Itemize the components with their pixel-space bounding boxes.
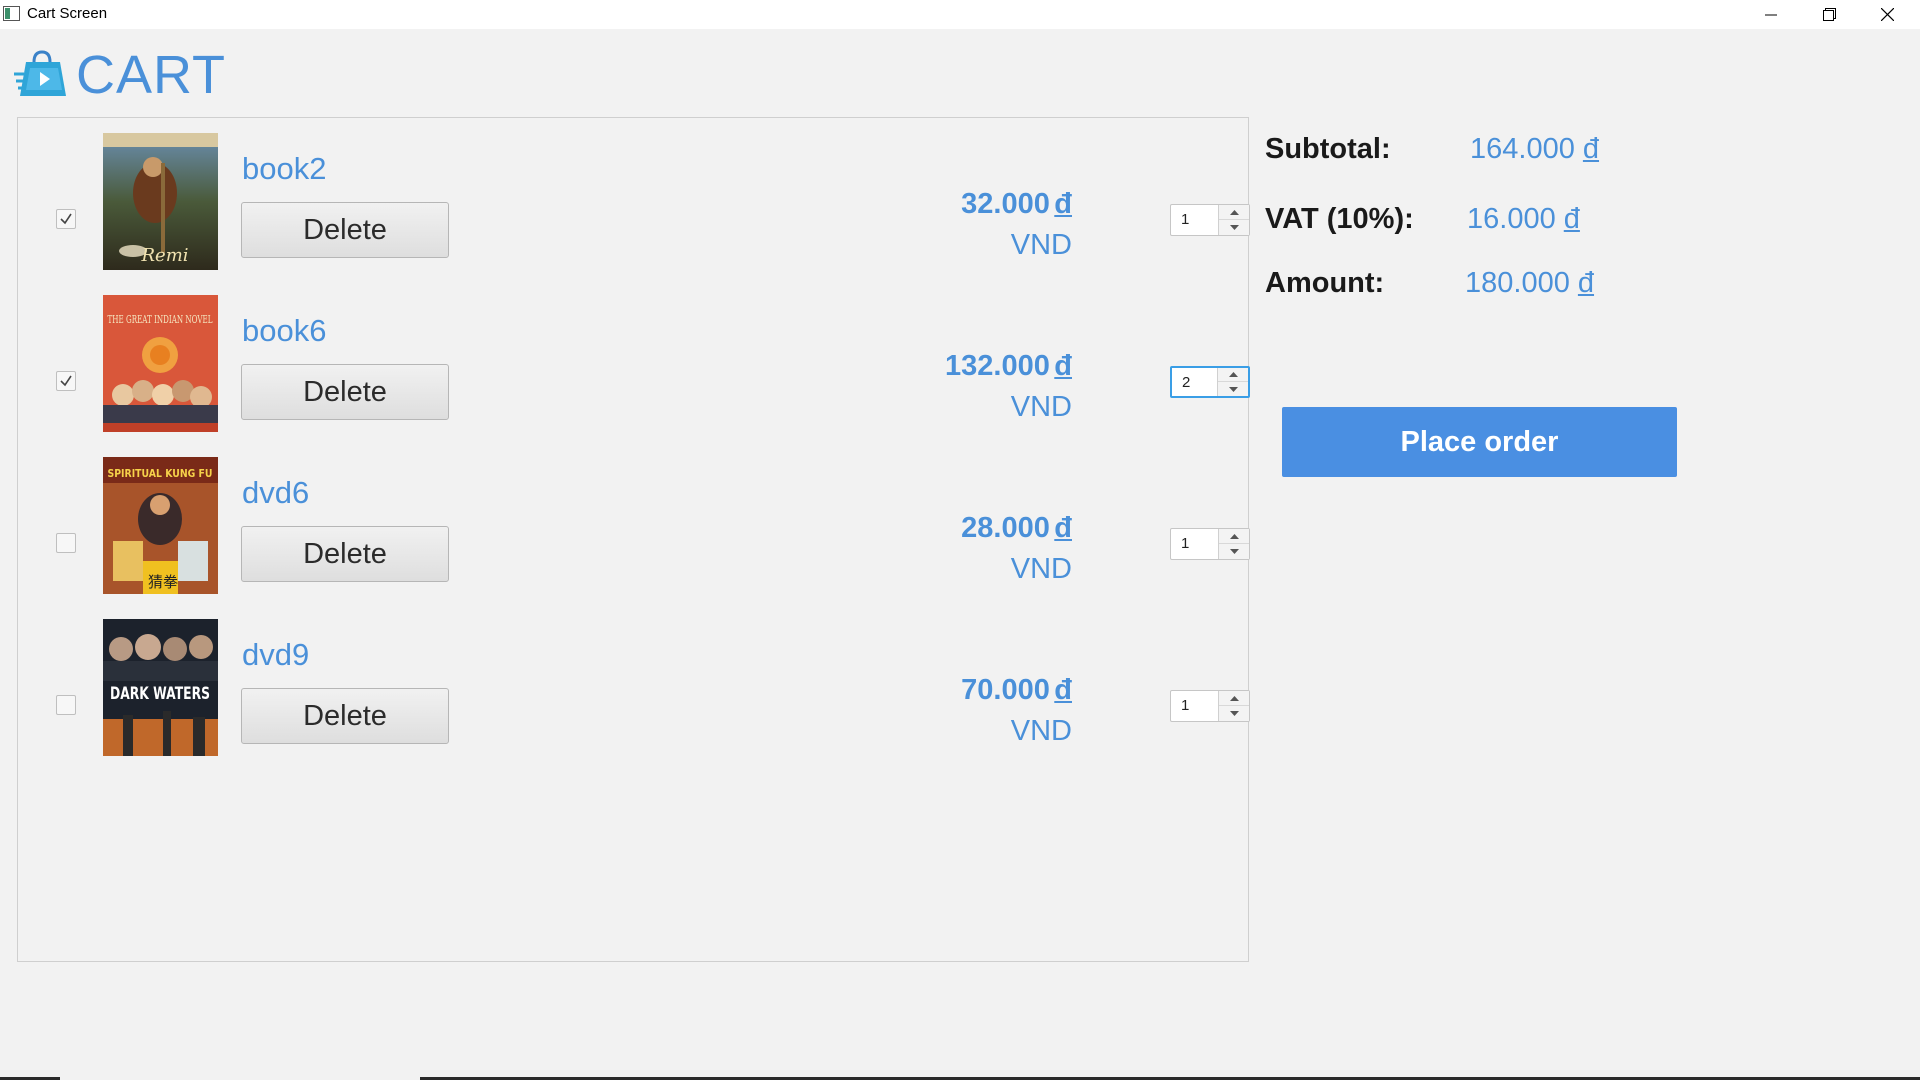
chevron-down-icon <box>1228 386 1238 392</box>
page-title: CART <box>76 45 227 105</box>
minimize-button[interactable] <box>1742 0 1800 29</box>
quantity-stepper[interactable]: 1 <box>1170 690 1250 722</box>
cart-items-panel: Remi book2 Delete 32.000 đ VND 1 THE GRE… <box>17 117 1250 962</box>
stepper-arrows <box>1218 205 1249 235</box>
price-value: 28.000 <box>961 512 1050 544</box>
chevron-up-icon <box>1229 533 1239 539</box>
dong-symbol: đ <box>1577 267 1595 299</box>
quantity-stepper[interactable]: 1 <box>1170 204 1250 236</box>
item-name: book2 <box>242 151 327 186</box>
total-amount: 180.000 <box>1465 267 1570 299</box>
decrement-button[interactable] <box>1218 382 1248 396</box>
checkmark-icon <box>60 213 72 225</box>
cover-title: DARK WATERS <box>110 684 210 704</box>
dong-symbol: đ <box>1054 512 1072 544</box>
checkmark-icon <box>60 375 72 387</box>
vat-amount: 16.000 <box>1467 203 1556 235</box>
dong-symbol: đ <box>1054 674 1072 706</box>
decrement-button[interactable] <box>1219 220 1249 235</box>
increment-button[interactable] <box>1219 691 1249 706</box>
restore-icon <box>1822 8 1836 21</box>
subtotal-label: Subtotal: <box>1265 133 1391 165</box>
window-title: Cart Screen <box>27 5 108 22</box>
item-thumbnail: DARK WATERS <box>103 619 218 756</box>
chevron-down-icon <box>1229 549 1239 554</box>
price-value: 132.000 <box>945 350 1050 382</box>
increment-button[interactable] <box>1219 205 1249 220</box>
cart-item: Remi book2 Delete 32.000 đ VND 1 <box>18 133 1250 273</box>
close-icon <box>1880 8 1894 21</box>
decrement-button[interactable] <box>1219 706 1249 721</box>
currency-label: VND <box>1010 391 1072 423</box>
amount-value: 180.000 đ <box>1465 267 1594 300</box>
app-icon <box>3 6 20 21</box>
delete-button[interactable]: Delete <box>241 688 449 744</box>
cover-title: Remi <box>140 245 188 266</box>
quantity-value[interactable]: 1 <box>1181 211 1189 228</box>
quantity-value[interactable]: 1 <box>1181 697 1189 714</box>
increment-button[interactable] <box>1218 368 1248 382</box>
dong-symbol: đ <box>1563 203 1580 235</box>
cover-title: THE GREAT INDIAN NOVEL <box>108 313 213 326</box>
cart-item: DARK WATERS dvd9 Delete 70.000 đ VND 1 <box>18 619 1250 759</box>
item-thumbnail: Remi <box>103 133 218 270</box>
increment-button[interactable] <box>1219 529 1249 544</box>
cover-chinese-title: 猜拳 <box>148 573 178 591</box>
currency-label: VND <box>1010 229 1072 261</box>
currency-label: VND <box>1010 715 1072 747</box>
dong-symbol: đ <box>1582 133 1600 165</box>
item-thumbnail: THE GREAT INDIAN NOVEL <box>103 295 218 432</box>
delete-button[interactable]: Delete <box>241 526 449 582</box>
item-select-checkbox[interactable] <box>56 695 76 715</box>
item-select-checkbox[interactable] <box>56 371 76 391</box>
stepper-arrows <box>1218 529 1249 559</box>
close-button[interactable] <box>1858 0 1916 29</box>
stepper-arrows <box>1218 691 1249 721</box>
item-select-checkbox[interactable] <box>56 533 76 553</box>
cart-item: SPIRITUAL KUNG FU 猜拳 dvd6 Delete 28.000 … <box>18 457 1250 597</box>
quantity-stepper[interactable]: 1 <box>1170 528 1250 560</box>
chevron-up-icon <box>1228 372 1238 377</box>
dong-symbol: đ <box>1054 188 1072 220</box>
item-price: 28.000 đ VND <box>961 510 1072 588</box>
price-value: 32.000 <box>961 188 1050 220</box>
delete-button[interactable]: Delete <box>241 364 449 420</box>
item-select-checkbox[interactable] <box>56 209 76 229</box>
currency-label: VND <box>1010 553 1072 585</box>
subtotal-amount: 164.000 <box>1470 133 1575 165</box>
item-name: dvd6 <box>242 475 310 510</box>
decrement-button[interactable] <box>1219 544 1249 559</box>
restore-button[interactable] <box>1800 0 1858 29</box>
item-price: 32.000 đ VND <box>961 186 1072 264</box>
place-order-button[interactable]: Place order <box>1282 407 1677 477</box>
vat-label: VAT (10%): <box>1265 203 1414 235</box>
shopping-bag-fast-icon <box>14 50 66 96</box>
delete-button[interactable]: Delete <box>241 202 449 258</box>
item-name: dvd9 <box>242 637 310 672</box>
dong-symbol: đ <box>1054 350 1072 382</box>
cart-item: THE GREAT INDIAN NOVEL book6 Delete 132.… <box>18 295 1250 435</box>
chevron-up-icon <box>1229 695 1239 701</box>
subtotal-value: 164.000 đ <box>1470 133 1599 166</box>
item-thumbnail: SPIRITUAL KUNG FU 猜拳 <box>103 457 218 594</box>
chevron-down-icon <box>1229 711 1239 716</box>
chevron-up-icon <box>1229 209 1239 215</box>
cover-title: SPIRITUAL KUNG FU <box>108 467 213 480</box>
quantity-value[interactable]: 1 <box>1181 535 1189 552</box>
chevron-down-icon <box>1229 225 1239 230</box>
quantity-stepper[interactable]: 2 <box>1170 366 1250 398</box>
price-value: 70.000 <box>961 674 1050 706</box>
item-price: 70.000 đ VND <box>961 672 1072 750</box>
stepper-arrows <box>1217 368 1248 396</box>
window-titlebar: Cart Screen <box>0 0 1920 29</box>
quantity-value[interactable]: 2 <box>1182 374 1190 391</box>
item-price: 132.000 đ VND <box>945 348 1072 426</box>
amount-label: Amount: <box>1265 267 1385 299</box>
item-name: book6 <box>242 313 327 348</box>
minimize-icon <box>1765 14 1777 15</box>
vat-value: 16.000 đ <box>1467 203 1580 236</box>
